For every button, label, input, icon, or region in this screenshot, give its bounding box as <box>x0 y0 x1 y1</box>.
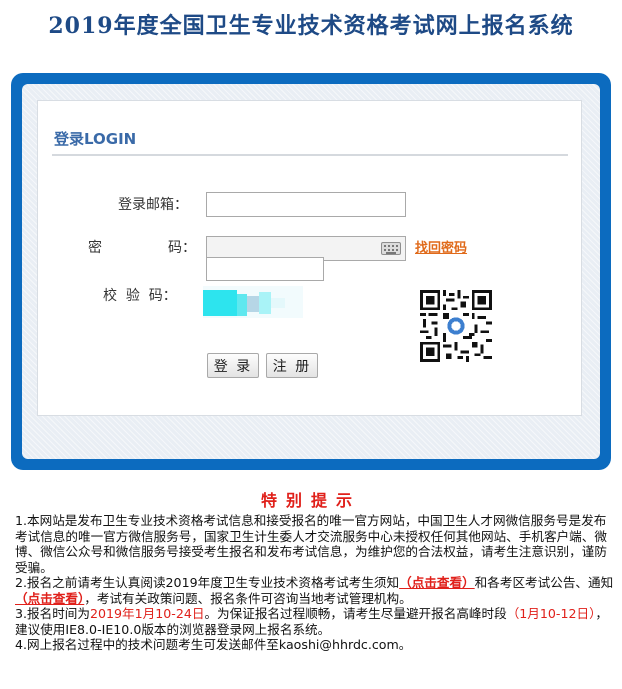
notice-item-3-text-a: 3.报名时间为 <box>15 606 90 621</box>
captcha-label: 校 验 码： <box>103 288 177 304</box>
captcha-input[interactable] <box>206 257 324 281</box>
notice-item-2-text-a: 2.报名之前请考生认真阅读2019年度卫生专业技术资格考试考生须知 <box>15 575 400 590</box>
login-frame: 登录LOGIN 登录邮箱： 密 码： 找回密码 校 验 码： 登 录 注 册 <box>11 73 611 470</box>
notice-item-3: 3.报名时间为2019年1月10-24日。为保证报名过程顺畅，请考生尽量避开报名… <box>15 606 615 637</box>
registration-dates: 2019年1月10-24日 <box>90 606 205 621</box>
login-divider <box>52 154 568 156</box>
password-label-part1: 密 <box>88 240 102 256</box>
login-button[interactable]: 登 录 <box>207 353 259 378</box>
notice-item-2-text-b: 和各考区考试公告、通知 <box>474 575 614 590</box>
captcha-image[interactable] <box>203 282 303 322</box>
email-label: 登录邮箱： <box>118 197 188 213</box>
notice-link-candidate-guide[interactable]: （点击查看） <box>399 575 475 590</box>
notice-item-2: 2.报名之前请考生认真阅读2019年度卫生专业技术资格考试考生须知（点击查看）和… <box>15 575 615 606</box>
notice-item-4: 4.网上报名过程中的技术问题考生可发送邮件至kaoshi@hhrdc.com。 <box>15 637 412 652</box>
login-frame-background: 登录LOGIN 登录邮箱： 密 码： 找回密码 校 验 码： 登 录 注 册 <box>22 84 600 459</box>
notice-item-3-text-b: 。为保证报名过程顺畅，请考生尽量避开报名高峰时段 <box>204 606 507 621</box>
notice-title: 特别提示 <box>260 491 361 510</box>
notice-item-1: 1.本网站是发布卫生专业技术资格考试信息和接受报名的唯一官方网站，中国卫生人才网… <box>15 513 607 575</box>
keyboard-icon[interactable] <box>381 242 401 255</box>
page-title: 2019年度全国卫生专业技术资格考试网上报名系统 <box>48 13 574 39</box>
login-panel: 登录LOGIN 登录邮箱： 密 码： 找回密码 校 验 码： 登 录 注 册 <box>37 100 582 416</box>
peak-dates: （1月10-12日） <box>506 606 596 621</box>
notice-list: 1.本网站是发布卫生专业技术资格考试信息和接受报名的唯一官方网站，中国卫生人才网… <box>15 513 615 653</box>
forgot-password-link[interactable]: 找回密码 <box>415 237 467 256</box>
notice-item-2-text-c: ，考试有关政策问题、报名条件可咨询当地考试管理机构。 <box>84 590 412 606</box>
qr-code-icon <box>420 290 492 362</box>
register-button[interactable]: 注 册 <box>266 353 318 378</box>
email-input[interactable] <box>206 192 406 217</box>
password-label-part2: 码： <box>168 240 196 256</box>
login-heading: 登录LOGIN <box>54 130 137 148</box>
notice-link-region-announcements[interactable]: （点击查看） <box>15 591 84 606</box>
